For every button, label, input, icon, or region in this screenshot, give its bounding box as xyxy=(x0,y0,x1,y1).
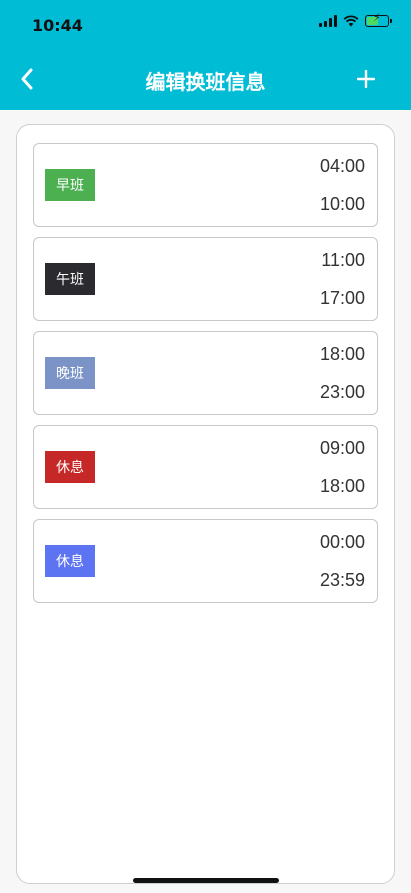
wifi-icon xyxy=(343,15,359,27)
shift-badge: 晚班 xyxy=(45,357,95,389)
shift-card[interactable]: 休息 00:00 23:59 xyxy=(33,519,378,603)
page-title: 编辑换班信息 xyxy=(145,70,266,94)
add-shift-button[interactable] xyxy=(351,62,381,96)
status-icons: ⚡ xyxy=(319,12,392,27)
shift-badge: 休息 xyxy=(45,545,95,577)
shift-end-time: 10:00 xyxy=(319,194,365,214)
shift-card[interactable]: 晚班 18:00 23:00 xyxy=(33,331,378,415)
battery-icon: ⚡ xyxy=(365,12,392,27)
shift-end-time: 23:59 xyxy=(319,570,365,590)
shift-badge: 休息 xyxy=(45,451,95,483)
app-header: 10:44 ⚡ 编辑换班信息 xyxy=(0,0,411,110)
signal-icon xyxy=(319,15,337,27)
shift-badge: 午班 xyxy=(45,263,95,295)
shift-start-time: 00:00 xyxy=(319,532,365,552)
shift-end-time: 23:00 xyxy=(319,382,365,402)
home-indicator xyxy=(133,878,279,883)
shift-card[interactable]: 午班 11:00 17:00 xyxy=(33,237,378,321)
shift-start-time: 09:00 xyxy=(319,438,365,458)
shift-end-time: 18:00 xyxy=(319,476,365,496)
shift-list-panel: 早班 04:00 10:00 午班 11:00 17:00 晚班 18:00 2… xyxy=(16,124,395,884)
shift-end-time: 17:00 xyxy=(319,288,365,308)
shift-start-time: 18:00 xyxy=(319,344,365,364)
plus-icon xyxy=(357,70,375,88)
shift-card[interactable]: 休息 09:00 18:00 xyxy=(33,425,378,509)
shift-start-time: 04:00 xyxy=(319,156,365,176)
shift-badge: 早班 xyxy=(45,169,95,201)
shift-card[interactable]: 早班 04:00 10:00 xyxy=(33,143,378,227)
status-time: 10:44 xyxy=(32,16,83,35)
shift-start-time: 11:00 xyxy=(321,250,365,270)
